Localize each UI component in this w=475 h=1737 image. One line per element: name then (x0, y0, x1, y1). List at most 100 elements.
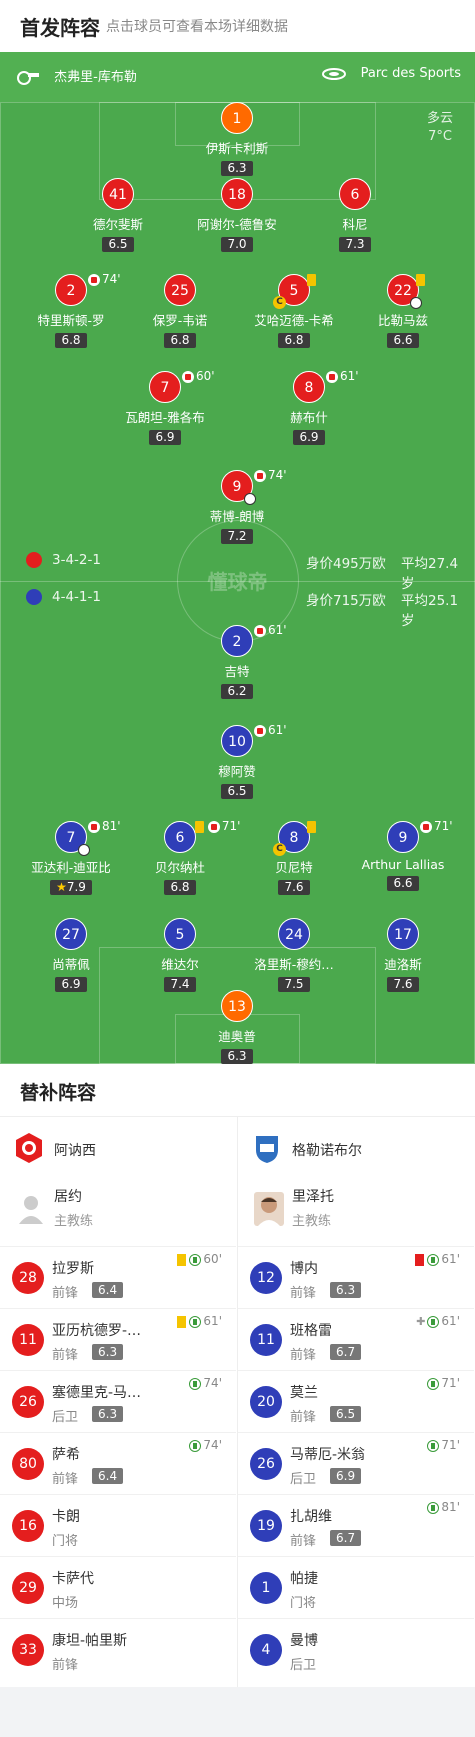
sub-name: 帕捷 (290, 1571, 318, 1587)
sub-time: 74' (203, 1376, 222, 1390)
player-rating: 6.9 (293, 430, 325, 445)
player-away-am[interactable]: 10 61' 穆阿赞 6.5 (182, 723, 292, 799)
player-away-mid-2[interactable]: 6 71' 贝尔纳杜 6.8 (125, 819, 240, 895)
coach-avatar-icon (254, 1192, 284, 1226)
sub-time: 71' (221, 819, 241, 833)
sub-row[interactable]: 12 博内 前锋 6.3 61' (238, 1246, 474, 1308)
player-number: 7 (55, 821, 90, 856)
player-away-def-2[interactable]: 5 维达尔 7.4 (125, 918, 235, 992)
player-home-def-1[interactable]: 41 德尔斐斯 6.5 (63, 178, 173, 252)
row-divider (0, 1494, 236, 1495)
player-name: 特里斯顿-罗 (37, 313, 105, 328)
coach-name: 里泽托 (292, 1189, 334, 1205)
row-divider (0, 1370, 236, 1371)
player-home-fw[interactable]: 9 74' 蒂博-朗博 7.2 (182, 468, 292, 544)
away-coach[interactable]: 里泽托 主教练 (252, 1184, 462, 1234)
sub-row[interactable]: 28 拉罗斯 前锋 6.4 60' (0, 1246, 236, 1308)
sub-time: 81' (102, 819, 121, 833)
row-divider (0, 1432, 236, 1433)
player-away-mid-1[interactable]: 7 81' 亚达利-迪亚比 ★7.9 (16, 819, 126, 895)
home-team-logo-icon (26, 552, 42, 568)
yellow-card-icon (177, 1253, 187, 1266)
home-team-summary: 3-4-2-1 身价495万欧 平均27.4岁 (26, 552, 466, 592)
sub-row[interactable]: 20 莫兰 前锋 6.5 71' (238, 1370, 474, 1432)
sub-event: 60' (177, 1252, 222, 1266)
player-number: 5 (164, 918, 196, 950)
coach-role: 主教练 (54, 1214, 94, 1229)
player-rating: 6.8 (164, 333, 196, 348)
player-home-mid-4[interactable]: 22 比勒马兹 6.6 (348, 273, 458, 348)
sub-name: 康坦-帕里斯 (52, 1633, 128, 1649)
player-badges: 61' (254, 723, 287, 737)
player-home-mid-3[interactable]: 5C 艾哈迈德-卡希 6.8 (239, 273, 349, 348)
sub-row[interactable]: 33 康坦-帕里斯 前锋 (0, 1618, 236, 1680)
away-formation: 4-4-1-1 (52, 589, 101, 605)
player-rating: 7.6 (278, 880, 310, 895)
player-away-def-4[interactable]: 17 迪洛斯 7.6 (348, 918, 458, 992)
player-home-mid-2[interactable]: 25 保罗-韦诺 6.8 (125, 274, 235, 348)
player-away-fw[interactable]: 2 61' 吉特 6.2 (182, 623, 292, 699)
star-icon: ★ (56, 880, 67, 894)
player-away-mid-3[interactable]: 8C 贝尼特 7.6 (239, 820, 349, 895)
home-coach[interactable]: 居约 主教练 (14, 1184, 224, 1234)
player-home-def-3[interactable]: 6 科尼 7.3 (300, 178, 410, 252)
player-home-am-1[interactable]: 7 60' 瓦朗坦-雅各布 6.9 (110, 369, 220, 445)
sub-rating: 6.7 (330, 1530, 362, 1546)
sub-name: 马蒂厄-米翁 (290, 1447, 366, 1463)
player-away-gk[interactable]: 13 迪奥普 6.3 (182, 990, 292, 1064)
sub-in-icon (189, 1439, 202, 1452)
away-value: 身价715万欧 (306, 593, 386, 609)
sub-number: 26 (250, 1448, 282, 1480)
player-badges: 61' (326, 369, 359, 383)
sub-in-icon (427, 1253, 440, 1266)
sub-position: 前锋 (52, 1472, 79, 1487)
sub-out-icon (420, 820, 432, 833)
sub-in-icon (189, 1377, 202, 1390)
player-rating: 6.5 (221, 784, 253, 799)
away-team-header: 格勒诺布尔 (252, 1128, 462, 1168)
sub-time: 71' (441, 1438, 460, 1452)
coach-name: 居约 (54, 1189, 82, 1205)
sub-number: 29 (12, 1572, 44, 1604)
sub-in-icon (189, 1253, 202, 1266)
captain-badge: C (273, 296, 286, 309)
red-card-icon (415, 1253, 425, 1266)
weather-temperature: 7°C (428, 129, 452, 144)
player-rating: 6.9 (149, 430, 181, 445)
sub-row[interactable]: 1 帕捷 门将 (238, 1556, 474, 1618)
player-rating: ★7.9 (50, 880, 92, 895)
yellow-card-icon (416, 273, 425, 286)
player-rating: 6.6 (387, 333, 419, 348)
sub-number: 16 (12, 1510, 44, 1542)
player-home-def-2[interactable]: 18 阿谢尔-德鲁安 7.0 (182, 178, 292, 252)
player-name: 亚达利-迪亚比 (31, 860, 111, 875)
sub-row[interactable]: 29 卡萨代 中场 (0, 1556, 236, 1618)
player-home-am-2[interactable]: 8 61' 赫布什 6.9 (254, 369, 364, 445)
player-home-gk[interactable]: 1 伊斯卡利斯 6.3 (182, 102, 292, 176)
sub-position: 前锋 (290, 1534, 317, 1549)
player-home-mid-1[interactable]: 2 74' 特里斯顿-罗 6.8 (16, 272, 126, 348)
sub-row[interactable]: 19 扎胡维 前锋 6.7 81' (238, 1494, 474, 1556)
sub-rating: 6.9 (330, 1468, 362, 1484)
sub-row[interactable]: 11 班格雷 前锋 6.7 ✚ 61' (238, 1308, 474, 1370)
match-info-bar: 杰弗里-库布勒 Parc des Sports (0, 52, 475, 102)
player-away-def-1[interactable]: 27 尚蒂佩 6.9 (16, 918, 126, 992)
away-team-summary: 4-4-1-1 身价715万欧 平均25.1岁 (26, 589, 466, 629)
sub-out-icon (207, 820, 220, 833)
player-away-mid-4[interactable]: 9 71' Arthur Lallias 6.6 (348, 819, 458, 891)
sub-time: 74' (203, 1438, 222, 1452)
sub-row[interactable]: 26 塞德里克-马… 后卫 6.3 74' (0, 1370, 236, 1432)
sub-time: 61' (268, 623, 287, 637)
player-number: 13 (221, 990, 253, 1022)
sub-row[interactable]: 26 马蒂厄-米翁 后卫 6.9 71' (238, 1432, 474, 1494)
column-divider (237, 1117, 238, 1687)
player-number: 18 (221, 178, 253, 210)
sub-row[interactable]: 4 曼博 后卫 (238, 1618, 474, 1680)
sub-number: 12 (250, 1262, 282, 1294)
player-away-def-3[interactable]: 24 洛里斯-穆约… 7.5 (239, 918, 349, 992)
sub-row[interactable]: 11 亚历杭德罗-… 前锋 6.3 61' (0, 1308, 236, 1370)
sub-position: 前锋 (52, 1348, 79, 1363)
sub-row[interactable]: 16 卡朗 门将 (0, 1494, 236, 1556)
sub-row[interactable]: 80 萨希 前锋 6.4 74' (0, 1432, 236, 1494)
player-badges: 74' (254, 468, 287, 482)
